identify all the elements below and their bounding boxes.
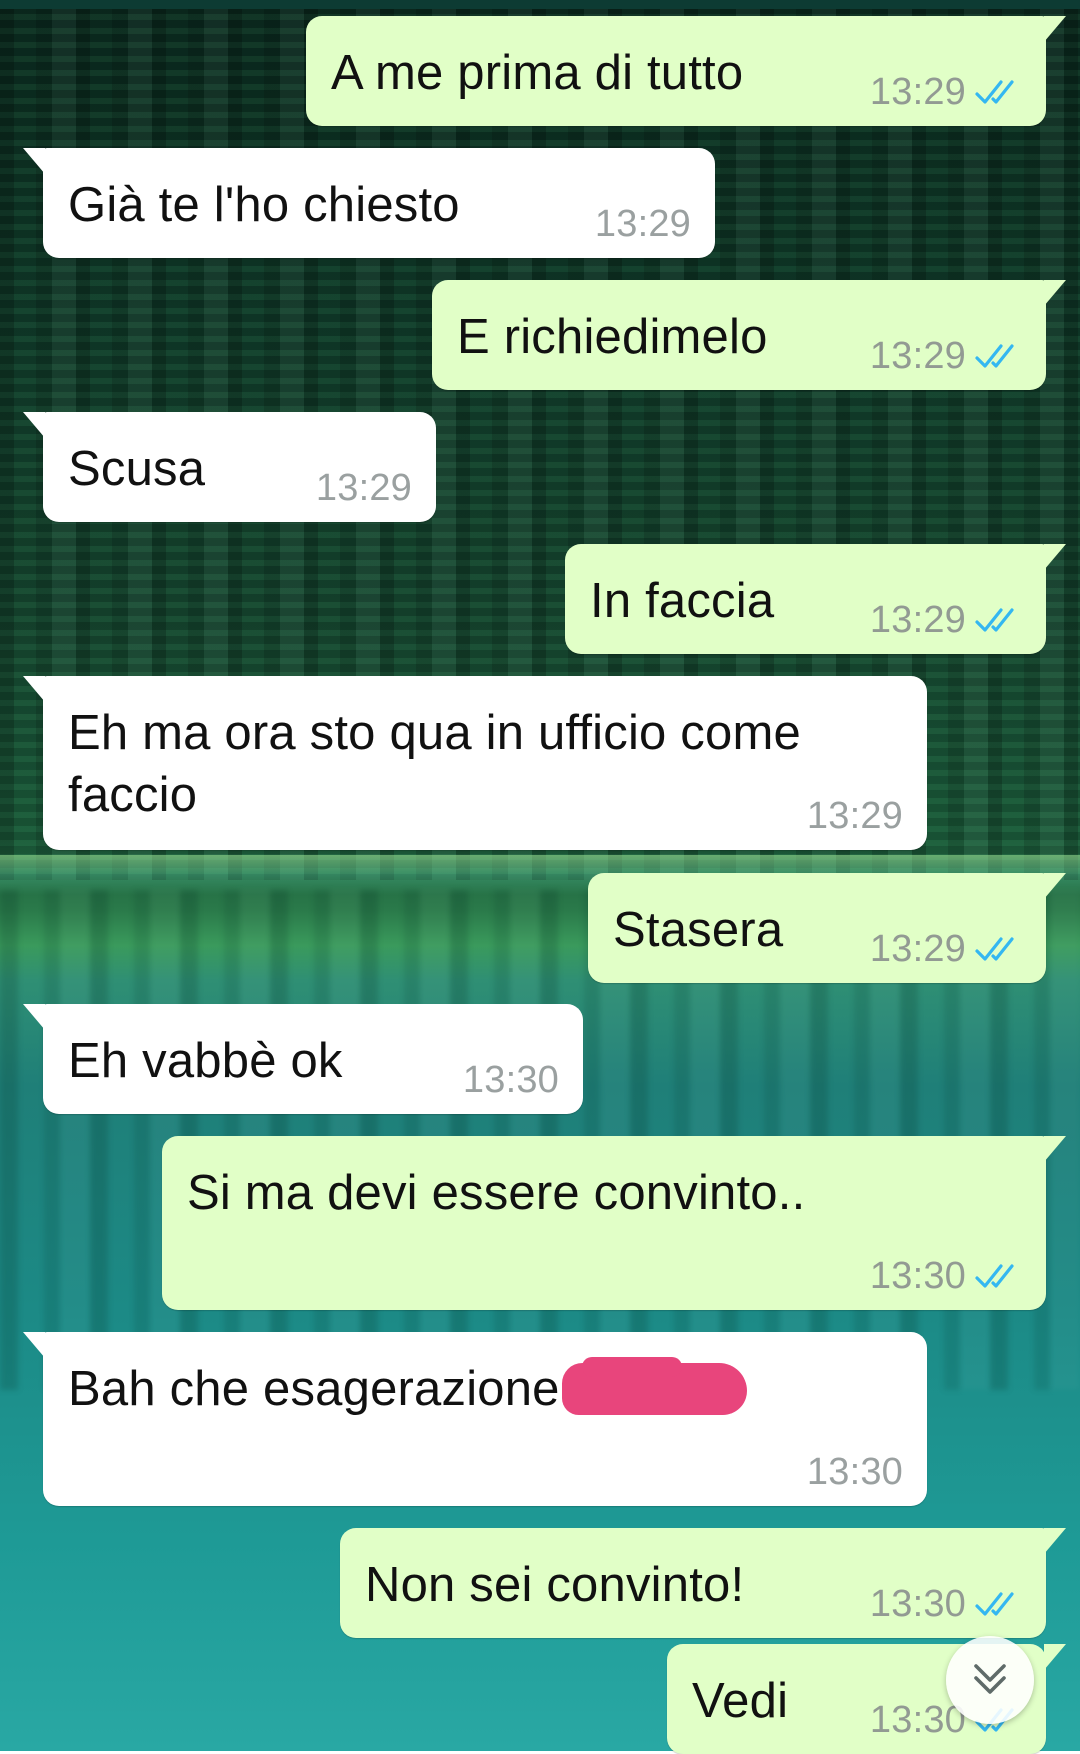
message-text: Eh vabbè ok: [68, 1034, 343, 1088]
message-text: Stasera: [613, 903, 784, 957]
message-incoming[interactable]: Bah che esagerazione 13:30: [23, 1332, 927, 1506]
message-meta: 13:30: [870, 1256, 1022, 1296]
message-meta: 13:30: [807, 1452, 903, 1492]
message-incoming[interactable]: Eh vabbè ok 13:30: [23, 1004, 583, 1114]
message-incoming[interactable]: Già te l'ho chiesto 13:29: [23, 148, 715, 258]
message-text: Scusa: [68, 442, 206, 496]
message-time: 13:30: [806, 1451, 903, 1493]
message-text: E richiedimelo: [457, 310, 768, 364]
double-check-icon: [975, 1264, 1014, 1288]
message-incoming[interactable]: Eh ma ora sto qua in ufficio come faccio…: [23, 676, 927, 850]
message-text: Già te l'ho chiesto: [68, 178, 460, 232]
message-text: Eh ma ora sto qua in ufficio come faccio: [68, 706, 801, 822]
message-text-visible: Bah che esagerazione: [68, 1362, 560, 1416]
message-text: Bah che esagerazione: [68, 1357, 903, 1420]
message-time: 13:30: [869, 1255, 966, 1297]
message-outgoing[interactable]: Stasera 13:29: [588, 873, 1066, 983]
message-text: Non sei convinto!: [365, 1558, 745, 1612]
message-list[interactable]: A me prima di tutto 13:29 Già te l'ho ch…: [0, 0, 1080, 1754]
message-outgoing[interactable]: In faccia 13:29: [565, 544, 1066, 654]
message-text: In faccia: [590, 574, 775, 628]
message-text: A me prima di tutto: [331, 46, 744, 100]
message-text: Si ma devi essere convinto..: [187, 1166, 806, 1220]
message-text: Vedi: [692, 1674, 789, 1728]
message-outgoing[interactable]: Non sei convinto! 13:30: [340, 1528, 1066, 1638]
redaction-scribble: [561, 1357, 747, 1415]
message-outgoing[interactable]: Si ma devi essere convinto.. 13:30: [162, 1136, 1066, 1310]
message-outgoing[interactable]: A me prima di tutto 13:29: [306, 16, 1066, 126]
message-outgoing[interactable]: E richiedimelo 13:29: [432, 280, 1066, 390]
message-incoming[interactable]: Scusa 13:29: [23, 412, 436, 522]
